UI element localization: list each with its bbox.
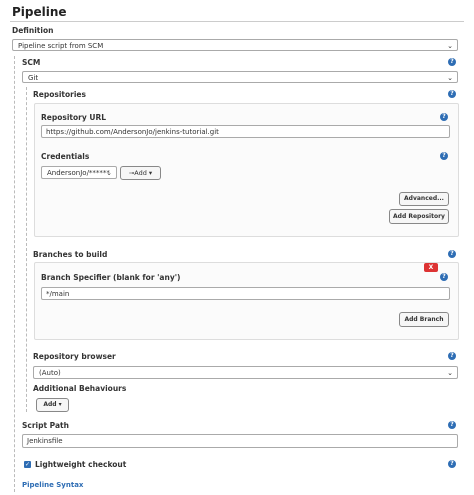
title-divider xyxy=(10,21,464,22)
chevron-down-icon: ⌄ xyxy=(447,369,453,377)
additional-behaviours-label: Additional Behaviours xyxy=(33,384,127,393)
repositories-help-icon[interactable]: ? xyxy=(448,90,456,98)
chevron-down-icon: ⌄ xyxy=(447,74,453,82)
repositories-label: Repositories xyxy=(33,90,86,99)
add-branch-button[interactable]: Add Branch xyxy=(399,312,449,327)
definition-select[interactable]: Pipeline script from SCM ⌄ xyxy=(12,39,458,51)
repository-browser-help-icon[interactable]: ? xyxy=(448,352,456,360)
repository-browser-select[interactable]: (Auto) ⌄ xyxy=(33,366,458,379)
lightweight-checkout-checkbox[interactable]: ✓ xyxy=(24,461,31,468)
page-title: Pipeline xyxy=(12,5,67,19)
script-path-help-icon[interactable]: ? xyxy=(448,421,456,429)
scm-select[interactable]: Git ⌄ xyxy=(22,71,458,83)
scm-nesting-line xyxy=(26,87,27,412)
lightweight-checkout-label: Lightweight checkout xyxy=(35,460,127,469)
definition-label: Definition xyxy=(12,26,54,35)
delete-branch-button[interactable]: X xyxy=(424,263,438,272)
credentials-add-label: Add xyxy=(134,169,147,177)
branches-help-icon[interactable]: ? xyxy=(448,250,456,258)
scm-label: SCM xyxy=(22,58,41,67)
credentials-selected-value: AndersonJo/****** xyxy=(47,169,110,177)
branch-specifier-label: Branch Specifier (blank for 'any') xyxy=(41,273,181,282)
definition-nesting-line xyxy=(14,56,15,492)
scm-selected-value: Git xyxy=(28,74,39,82)
additional-behaviours-add-label: Add xyxy=(43,401,57,408)
credentials-add-button[interactable]: ⊸Add ▾ xyxy=(120,166,161,180)
credentials-select[interactable]: AndersonJo/****** ⌄ xyxy=(41,166,117,179)
pipeline-syntax-link[interactable]: Pipeline Syntax xyxy=(22,481,83,489)
definition-selected-value: Pipeline script from SCM xyxy=(18,42,104,50)
branches-label: Branches to build xyxy=(33,250,108,259)
lightweight-checkout-help-icon[interactable]: ? xyxy=(448,460,456,468)
script-path-label: Script Path xyxy=(22,421,69,430)
branch-specifier-help-icon[interactable]: ? xyxy=(440,273,448,281)
additional-behaviours-add-button[interactable]: Add ▾ xyxy=(36,398,69,412)
repository-browser-selected-value: (Auto) xyxy=(39,369,61,377)
chevron-down-icon: ⌄ xyxy=(106,169,112,177)
chevron-down-icon: ⌄ xyxy=(447,42,453,50)
repository-url-label: Repository URL xyxy=(41,113,106,122)
script-path-input[interactable]: Jenkinsfile xyxy=(22,434,458,448)
branch-specifier-input[interactable]: */main xyxy=(41,287,450,300)
credentials-label: Credentials xyxy=(41,152,90,161)
repository-browser-label: Repository browser xyxy=(33,352,116,361)
advanced-button[interactable]: Advanced... xyxy=(399,192,449,206)
credentials-help-icon[interactable]: ? xyxy=(440,152,448,160)
scm-help-icon[interactable]: ? xyxy=(448,58,456,66)
repository-url-input[interactable]: https://github.com/AndersonJo/jenkins-tu… xyxy=(41,125,450,138)
repository-url-help-icon[interactable]: ? xyxy=(440,113,448,121)
add-repository-button[interactable]: Add Repository xyxy=(389,209,449,224)
